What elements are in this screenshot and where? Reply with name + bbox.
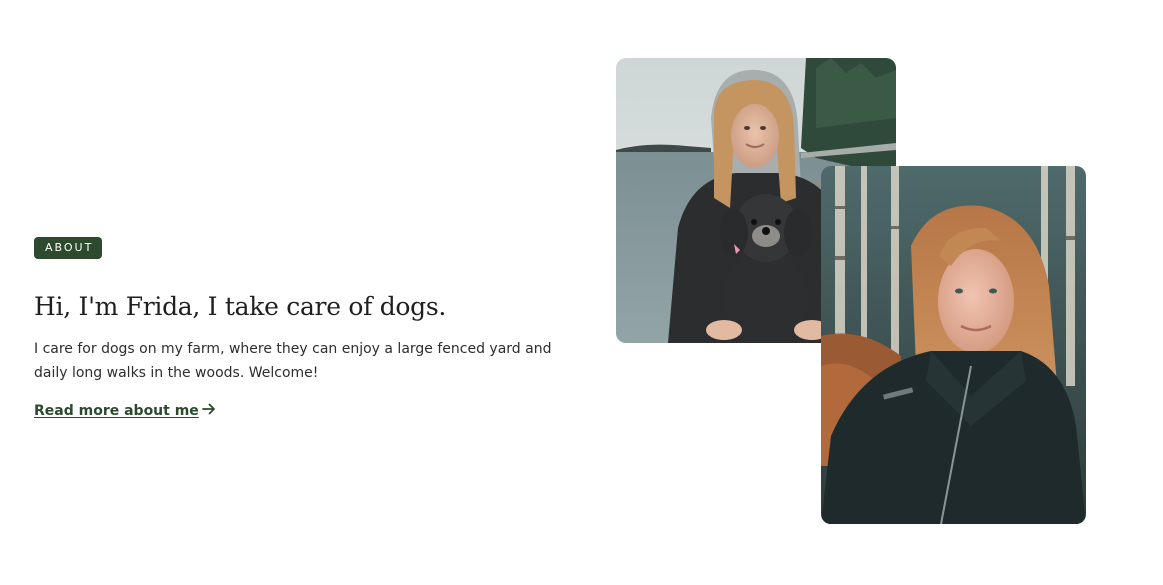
read-more-label: Read more about me: [34, 403, 199, 419]
about-intro-text: I care for dogs on my farm, where they c…: [34, 341, 552, 381]
about-headline: Hi, I'm Frida, I take care of dogs.: [34, 292, 447, 321]
about-badge: ABOUT: [34, 237, 103, 259]
about-text-column: ABOUT Hi, I'm Frida, I take care of dogs…: [34, 236, 574, 419]
photo-woman-in-forest: [821, 166, 1086, 524]
arrow-right-icon: [201, 403, 216, 419]
read-more-link[interactable]: Read more about me: [34, 403, 216, 419]
about-section: ABOUT Hi, I'm Frida, I take care of dogs…: [0, 0, 1163, 585]
